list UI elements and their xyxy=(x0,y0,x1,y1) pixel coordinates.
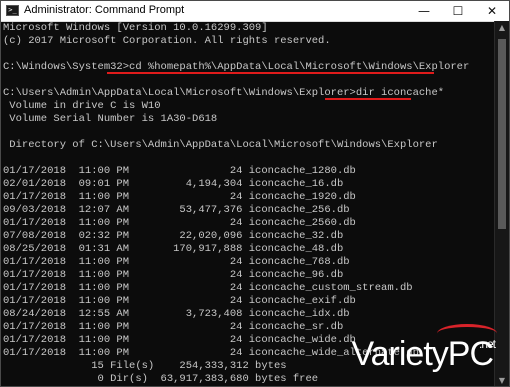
console-line: 01/17/2018 11:00 PM 24 iconcache_exif.db xyxy=(3,295,356,307)
maximize-button[interactable]: ☐ xyxy=(441,1,475,21)
console-line: 01/17/2018 11:00 PM 24 iconcache_96.db xyxy=(3,269,344,281)
watermark-tld: .net xyxy=(478,337,496,351)
console-line: Directory of C:\Users\Admin\AppData\Loca… xyxy=(3,139,438,151)
cmd-app-icon: >_ xyxy=(6,5,19,16)
console-line: Volume in drive C is W10 xyxy=(3,100,161,112)
scroll-down-icon[interactable]: ▼ xyxy=(495,374,509,386)
console-line: 02/01/2018 09:01 PM 4,194,304 iconcache_… xyxy=(3,178,344,190)
console-line: Microsoft Windows [Version 10.0.16299.30… xyxy=(3,22,268,34)
console-line: 08/25/2018 01:31 AM 170,917,888 iconcach… xyxy=(3,243,344,255)
console-line: 07/08/2018 02:32 PM 22,020,096 iconcache… xyxy=(3,230,344,242)
watermark-logo: VarietyPC .net xyxy=(351,335,496,374)
scroll-up-icon[interactable]: ▲ xyxy=(495,21,509,35)
console-line: (c) 2017 Microsoft Corporation. All righ… xyxy=(3,35,331,47)
minimize-button[interactable]: — xyxy=(407,1,441,21)
console-line: 01/17/2018 11:00 PM 24 iconcache_custom_… xyxy=(3,282,413,294)
command-prompt-window: >_ Administrator: Command Prompt — ☐ ✕ M… xyxy=(0,0,510,387)
window-title: Administrator: Command Prompt xyxy=(24,4,185,16)
close-button[interactable]: ✕ xyxy=(475,1,509,21)
console-line: 08/24/2018 12:55 AM 3,723,408 iconcache_… xyxy=(3,308,350,320)
scroll-thumb[interactable] xyxy=(498,39,506,229)
console-line: 0 Dir(s) 63,917,383,680 bytes free xyxy=(3,373,319,385)
cd-command-underline xyxy=(107,72,434,74)
console-line: 01/17/2018 11:00 PM 24 iconcache_2560.db xyxy=(3,217,356,229)
console-line: 09/03/2018 12:07 AM 53,477,376 iconcache… xyxy=(3,204,350,216)
title-bar[interactable]: >_ Administrator: Command Prompt — ☐ ✕ xyxy=(1,1,509,22)
console-output[interactable]: Microsoft Windows [Version 10.0.16299.30… xyxy=(1,21,496,386)
watermark-brand: Variety xyxy=(351,335,448,373)
console-line: 01/17/2018 11:00 PM 24 iconcache_sr.db xyxy=(3,321,344,333)
console-line: 01/17/2018 11:00 PM 24 iconcache_768.db xyxy=(3,256,350,268)
console-lines: Microsoft Windows [Version 10.0.16299.30… xyxy=(3,22,469,386)
dir-command-underline xyxy=(325,98,411,100)
console-line: Volume Serial Number is 1A30-D618 xyxy=(3,113,218,125)
console-line: 01/17/2018 11:00 PM 24 iconcache_1920.db xyxy=(3,191,356,203)
console-line: 01/17/2018 11:00 PM 24 iconcache_1280.db xyxy=(3,165,356,177)
